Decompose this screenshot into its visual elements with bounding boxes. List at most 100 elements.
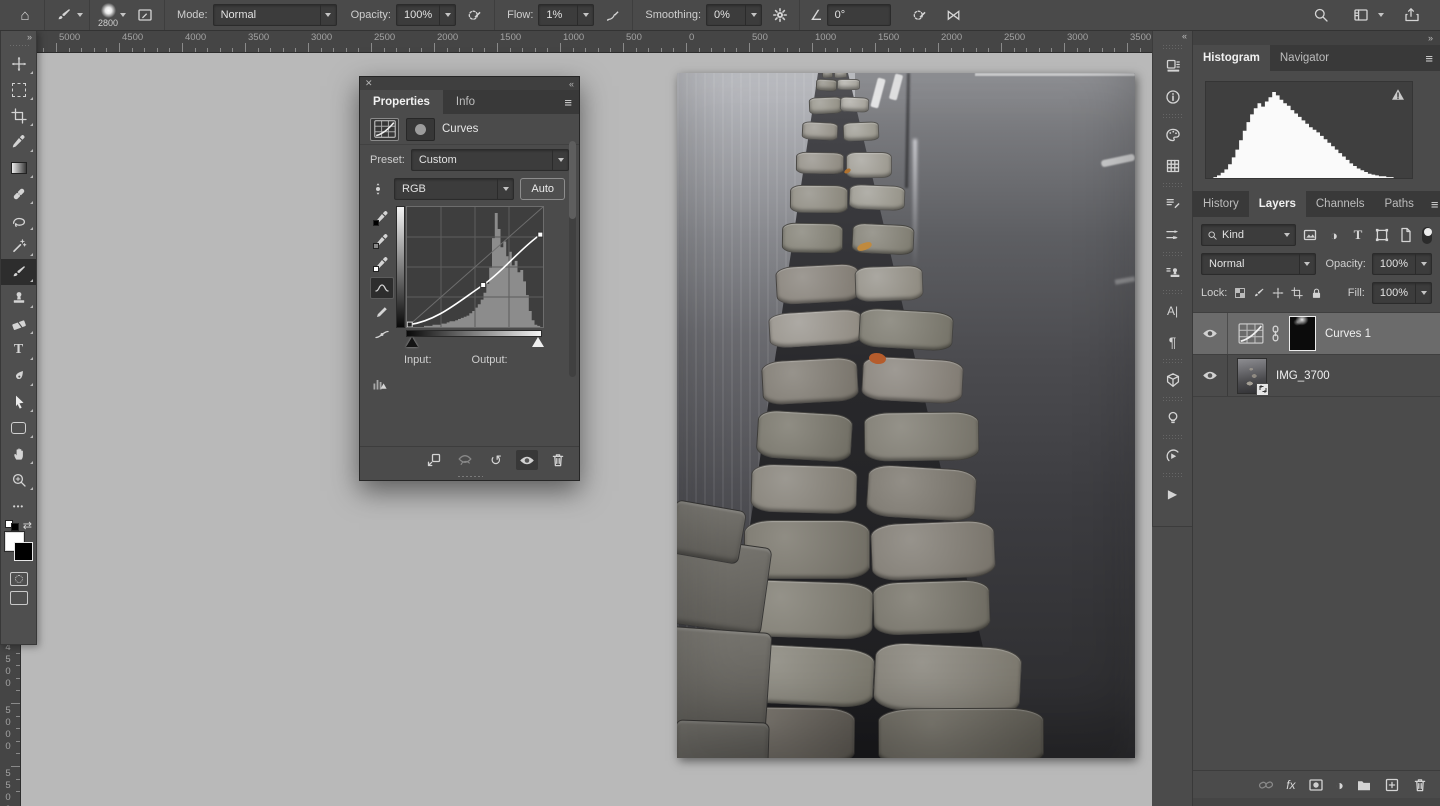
hand-tool[interactable] <box>1 441 36 467</box>
symmetry-icon[interactable]: ⋈ <box>941 2 967 28</box>
new-adjustment-layer-icon[interactable]: ◑ <box>1336 777 1344 793</box>
character-icon[interactable]: A| <box>1153 295 1192 326</box>
mask-link-icon[interactable] <box>1270 325 1281 342</box>
toggle-visibility-icon[interactable] <box>516 450 538 470</box>
move-tool[interactable] <box>1 51 36 77</box>
layer-mask-icon[interactable] <box>406 118 435 141</box>
layer-fill-field[interactable]: 100% <box>1372 282 1432 304</box>
layer-name[interactable]: IMG_3700 <box>1276 370 1330 382</box>
layer-visibility-eye-icon[interactable] <box>1193 355 1228 396</box>
gradient-tool[interactable] <box>1 155 36 181</box>
swap-colors-icon[interactable]: ⇄ <box>23 519 32 532</box>
info-icon[interactable] <box>1153 81 1192 112</box>
smoothing-field[interactable]: 0% <box>706 4 762 26</box>
white-point-eyedropper-icon[interactable] <box>371 254 393 274</box>
canvas-image[interactable] <box>677 73 1135 758</box>
filter-adjustment-layers-icon[interactable]: ◑ <box>1324 225 1344 245</box>
brush-settings-panel-toggle[interactable] <box>132 2 158 28</box>
tab-navigator[interactable]: Navigator <box>1270 45 1339 71</box>
tab-paths[interactable]: Paths <box>1374 191 1423 217</box>
swatches-icon[interactable] <box>1153 150 1192 181</box>
path-select-tool[interactable] <box>1 389 36 415</box>
quick-mask-button[interactable] <box>10 572 28 586</box>
reset-adjustment-icon[interactable]: ↺ <box>485 450 507 470</box>
blend-mode-select[interactable]: Normal <box>1201 253 1316 275</box>
shadow-input-slider[interactable] <box>406 337 418 347</box>
shape-tool[interactable] <box>1 415 36 441</box>
layer-row-image[interactable]: IMG_3700 <box>1193 355 1440 397</box>
background-color-swatch[interactable] <box>14 542 33 561</box>
canvas-workspace[interactable] <box>20 52 1152 806</box>
pen-tool[interactable] <box>1 363 36 389</box>
crop-tool[interactable] <box>1 103 36 129</box>
layer-style-icon[interactable]: fx <box>1286 778 1295 792</box>
tab-history[interactable]: History <box>1193 191 1249 217</box>
panel-menu-icon[interactable]: ≡ <box>1424 191 1440 217</box>
close-icon[interactable]: ✕ <box>365 78 373 89</box>
rail-grip[interactable] <box>1162 358 1184 363</box>
default-colors-icon[interactable] <box>5 520 19 531</box>
rotate-view-icon[interactable] <box>1153 440 1192 471</box>
lock-all-icon[interactable] <box>1310 287 1323 300</box>
eraser-tool[interactable] <box>1 311 36 337</box>
layer-row-curves[interactable]: Curves 1 <box>1193 313 1440 355</box>
flow-field[interactable]: 1% <box>538 4 594 26</box>
brush-tool-icon[interactable] <box>51 2 77 28</box>
brush-preview[interactable]: 2800 <box>98 3 118 28</box>
layer-name[interactable]: Curves 1 <box>1325 328 1371 340</box>
smooth-curve-icon[interactable] <box>371 325 393 345</box>
preset-select[interactable]: Custom <box>411 149 569 171</box>
chevron-down-icon[interactable] <box>120 13 126 17</box>
rail-grip[interactable] <box>1162 434 1184 439</box>
rail-grip[interactable] <box>1162 472 1184 477</box>
libraries-icon[interactable] <box>1153 50 1192 81</box>
learn-icon[interactable] <box>1153 402 1192 433</box>
brush-angle-field[interactable]: 0° <box>827 4 891 26</box>
lock-artboard-icon[interactable] <box>1291 287 1303 299</box>
new-group-icon[interactable] <box>1356 777 1372 793</box>
highlight-input-slider[interactable] <box>532 337 544 347</box>
tab-layers[interactable]: Layers <box>1249 191 1306 217</box>
rail-grip[interactable] <box>1162 44 1184 49</box>
color-icon[interactable] <box>1153 119 1192 150</box>
layer-filter-select[interactable]: Kind <box>1201 224 1296 246</box>
panel-scrollbar[interactable] <box>569 141 576 377</box>
rail-grip[interactable] <box>1162 182 1184 187</box>
pencil-curve-icon[interactable] <box>371 302 393 322</box>
layer-thumbnail[interactable] <box>1237 358 1267 394</box>
search-icon[interactable] <box>1308 2 1334 28</box>
layer-visibility-eye-icon[interactable] <box>1193 313 1228 354</box>
expand-tools-icon[interactable]: » <box>1 31 36 43</box>
clone-stamp-tool[interactable] <box>1 285 36 311</box>
add-layer-mask-icon[interactable] <box>1308 777 1324 793</box>
lock-position-icon[interactable] <box>1272 287 1284 299</box>
tab-properties[interactable]: Properties <box>360 90 443 114</box>
chevron-down-icon[interactable] <box>1378 13 1384 17</box>
panel-menu-icon[interactable]: ≡ <box>1418 45 1440 71</box>
filter-pixel-layers-icon[interactable] <box>1300 225 1320 245</box>
paragraph-icon[interactable]: ¶ <box>1153 326 1192 357</box>
gray-point-eyedropper-icon[interactable] <box>371 231 393 251</box>
delete-layer-icon[interactable] <box>1412 777 1428 793</box>
smoothing-options-gear-icon[interactable] <box>767 2 793 28</box>
brush-settings-icon[interactable] <box>1153 188 1192 219</box>
panel-menu-icon[interactable]: ≡ <box>557 90 579 114</box>
healing-brush-tool[interactable] <box>1 181 36 207</box>
clip-to-layer-icon[interactable] <box>423 450 445 470</box>
cached-data-warning-icon[interactable] <box>1390 87 1406 103</box>
layer-mask-thumbnail[interactable] <box>1289 316 1316 351</box>
curves-plot[interactable] <box>406 206 544 328</box>
rail-grip[interactable] <box>1162 251 1184 256</box>
filter-shape-layers-icon[interactable] <box>1372 225 1392 245</box>
rail-grip[interactable] <box>1162 113 1184 118</box>
opacity-field[interactable]: 100% <box>396 4 456 26</box>
lock-transparency-icon[interactable] <box>1234 287 1246 299</box>
curves-layer-thumbnail[interactable] <box>1238 323 1264 344</box>
edit-toolbar[interactable]: ••• <box>1 493 36 519</box>
brush-tool[interactable] <box>1 259 36 285</box>
link-layers-icon[interactable] <box>1258 777 1274 793</box>
filter-type-layers-icon[interactable]: T <box>1348 225 1368 245</box>
lock-pixels-icon[interactable] <box>1253 287 1265 299</box>
delete-adjustment-icon[interactable] <box>547 450 569 470</box>
targeted-adjustment-icon[interactable] <box>370 181 386 197</box>
